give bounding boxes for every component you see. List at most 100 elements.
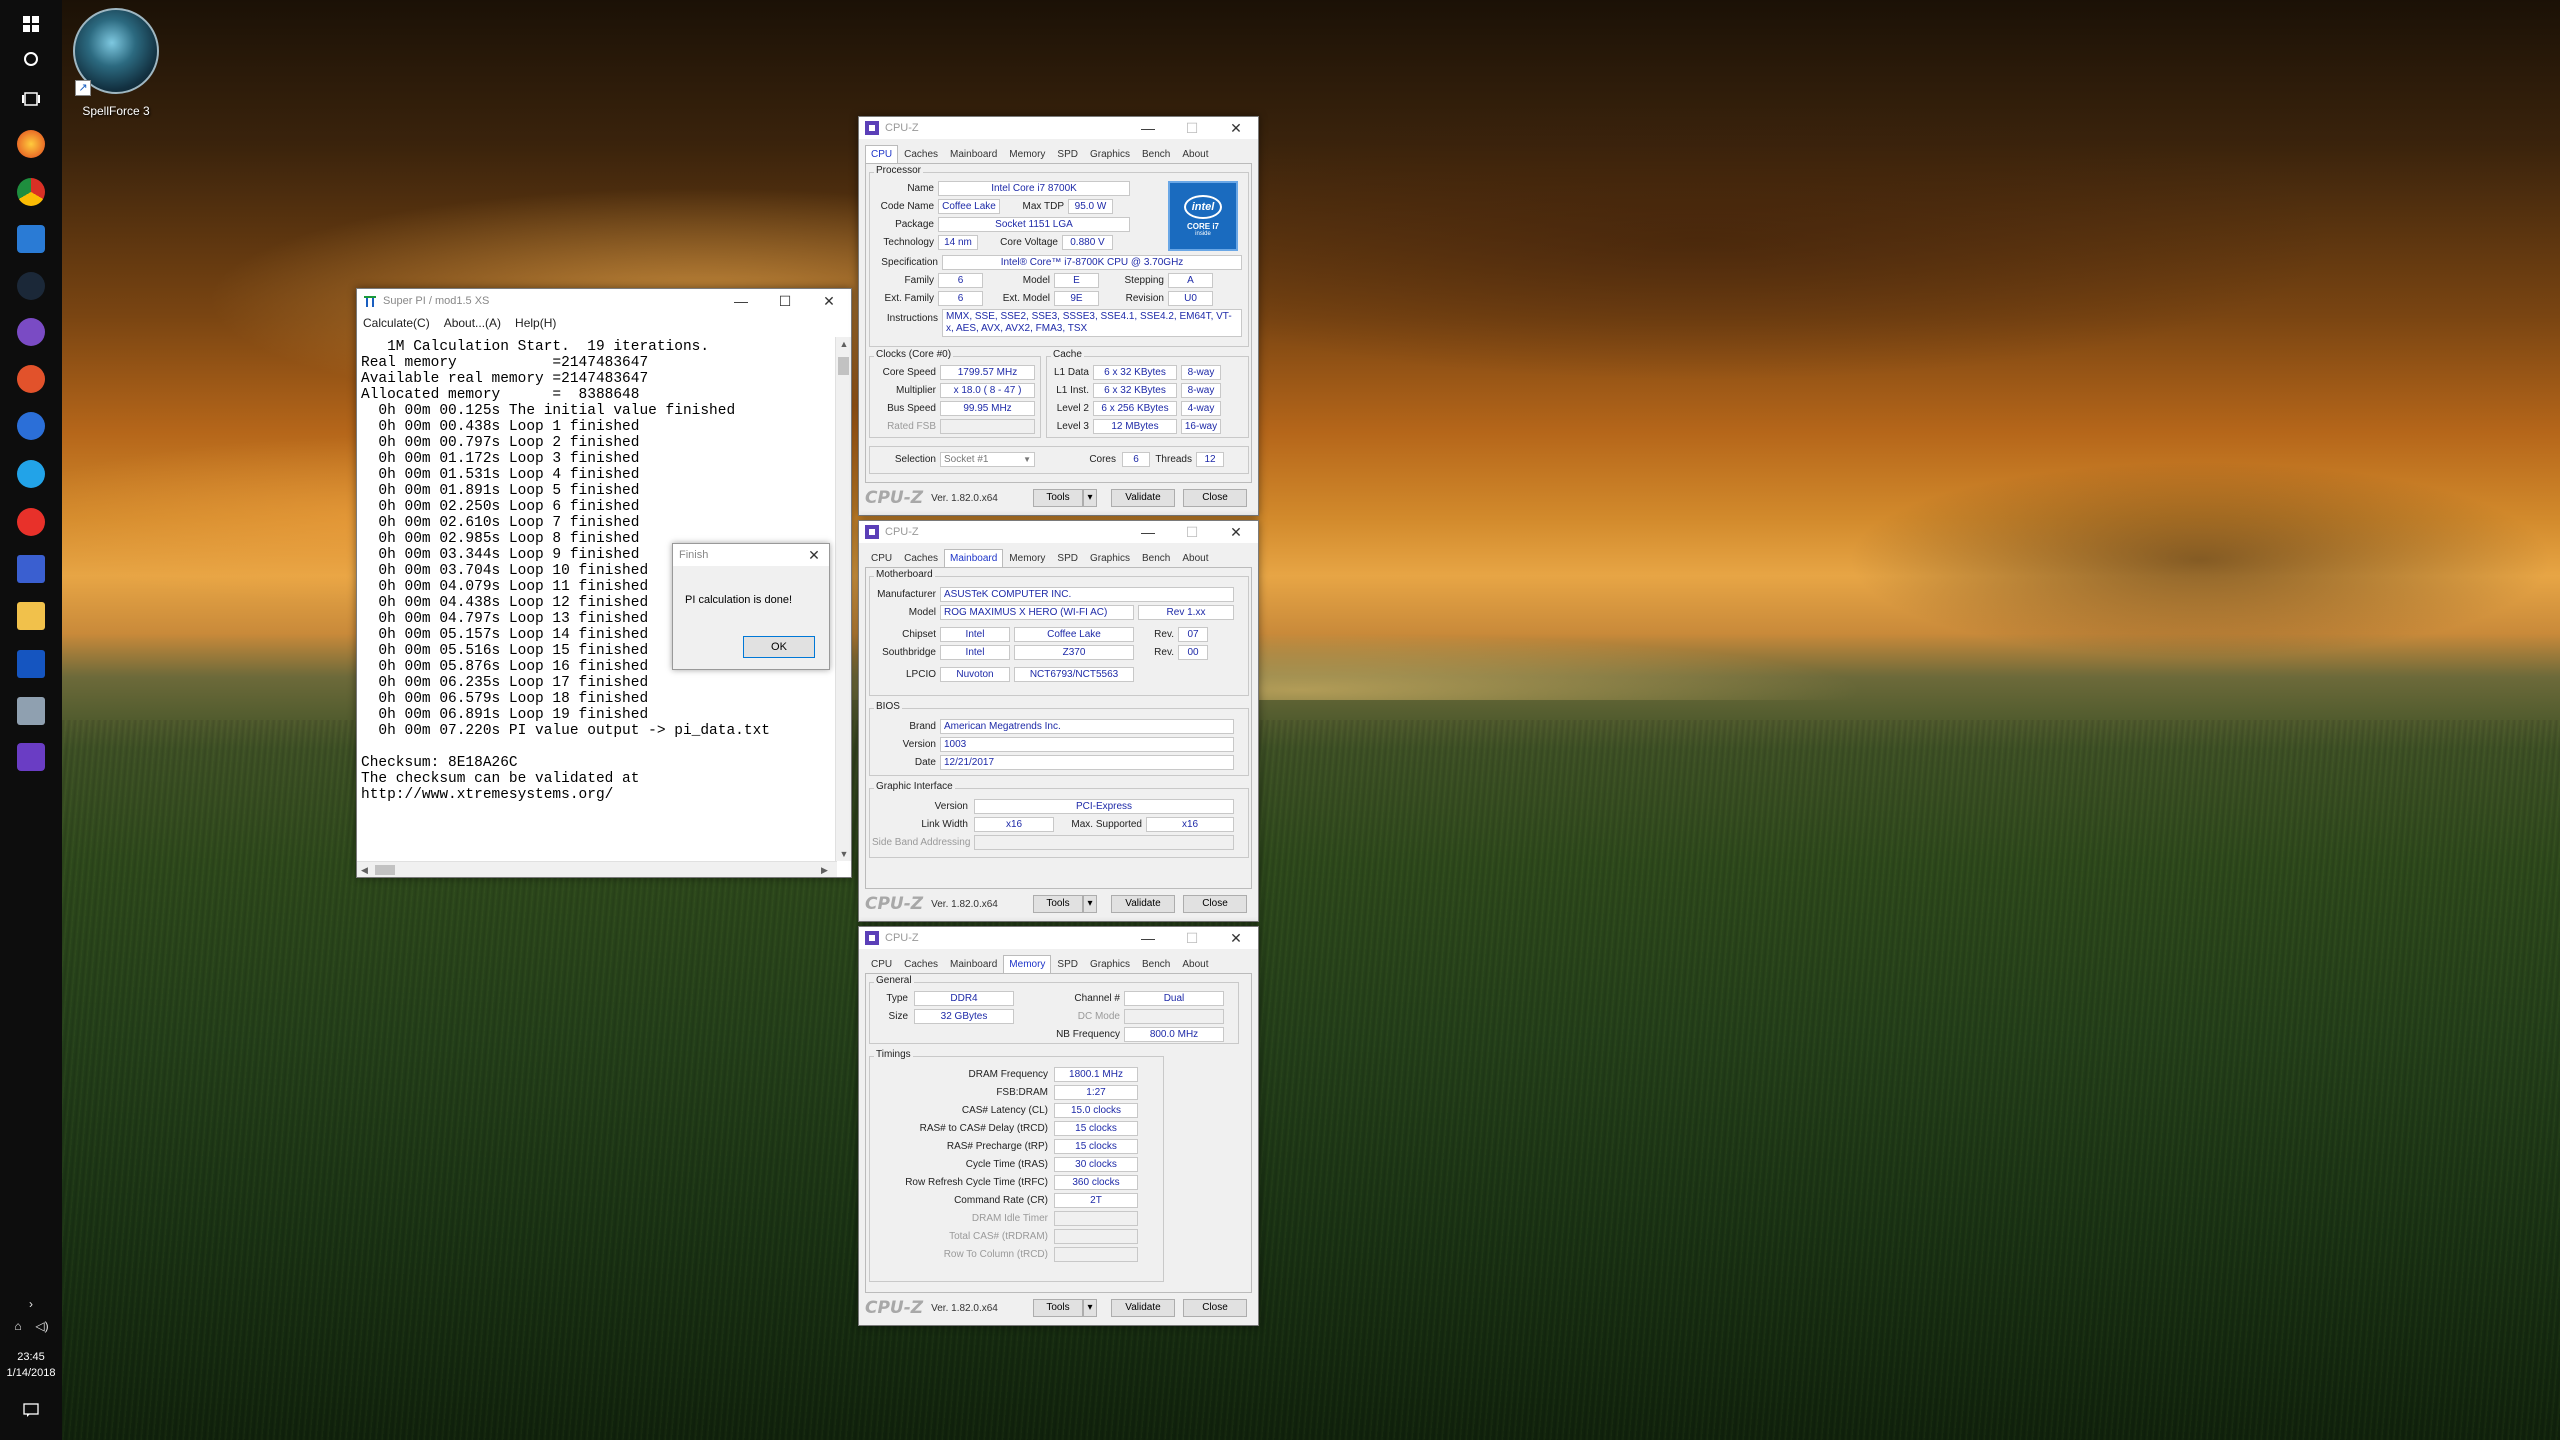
tab-bench[interactable]: Bench <box>1136 955 1176 974</box>
network-icon[interactable]: ⌂ <box>8 1312 28 1340</box>
cpuz-icon[interactable] <box>17 743 45 771</box>
close-button[interactable]: ✕ <box>1214 116 1258 140</box>
close-button[interactable]: ✕ <box>1214 520 1258 544</box>
cortana-icon[interactable] <box>17 45 45 73</box>
tab-caches[interactable]: Caches <box>898 955 944 974</box>
maximize-button[interactable]: ☐ <box>1170 926 1214 950</box>
tab-bench[interactable]: Bench <box>1136 549 1176 568</box>
cpuz-titlebar[interactable]: CPU-Z — ☐ ✕ <box>859 521 1258 543</box>
mb-lpcio-vendor: Nuvoton <box>940 667 1010 682</box>
label-mem-nbfreq: NB Frequency <box>1056 1029 1120 1040</box>
desktop-icon-spellforce[interactable]: ↗ SpellForce 3 <box>70 8 162 118</box>
maximize-button[interactable]: ☐ <box>1170 520 1214 544</box>
tools-dropdown-icon[interactable]: ▾ <box>1083 1299 1097 1317</box>
validate-button[interactable]: Validate <box>1111 1299 1175 1317</box>
app-icon[interactable] <box>17 650 45 678</box>
cpuz-brand-logo: CPU-Z <box>865 1298 924 1318</box>
task-view-icon[interactable] <box>17 85 45 113</box>
tab-memory[interactable]: Memory <box>1003 549 1051 568</box>
minimize-button[interactable]: — <box>1126 926 1170 950</box>
tab-bench[interactable]: Bench <box>1136 145 1176 164</box>
tab-graphics[interactable]: Graphics <box>1084 145 1136 164</box>
close-button[interactable]: Close <box>1183 489 1247 507</box>
label-dramfreq: DRAM Frequency <box>968 1069 1048 1080</box>
app-icon[interactable] <box>17 508 45 536</box>
scroll-up-icon[interactable]: ▲ <box>836 339 852 349</box>
tab-about[interactable]: About <box>1176 145 1214 164</box>
volume-icon[interactable]: ◁) <box>32 1312 52 1340</box>
app-icon[interactable] <box>17 365 45 393</box>
superpi-menubar: Calculate(C) About...(A) Help(H) <box>357 313 851 333</box>
mem-size-value: 32 GBytes <box>914 1009 1014 1024</box>
validate-button[interactable]: Validate <box>1111 489 1175 507</box>
horizontal-scrollbar[interactable]: ◀ ▶ <box>357 861 837 877</box>
tab-about[interactable]: About <box>1176 955 1214 974</box>
tab-graphics[interactable]: Graphics <box>1084 549 1136 568</box>
scroll-thumb[interactable] <box>838 357 849 375</box>
tab-cpu[interactable]: CPU <box>865 549 898 568</box>
cpu-extfamily-value: 6 <box>938 291 983 306</box>
app-icon[interactable] <box>17 555 45 583</box>
close-button[interactable]: ✕ <box>799 543 829 567</box>
menu-help[interactable]: Help(H) <box>515 316 556 330</box>
validate-button[interactable]: Validate <box>1111 895 1175 913</box>
cpuz-footer: CPU-Z Ver. 1.82.0.x64 Tools ▾ Validate C… <box>865 1297 1252 1319</box>
app-icon[interactable] <box>17 412 45 440</box>
menu-about[interactable]: About...(A) <box>444 316 501 330</box>
tab-memory[interactable]: Memory <box>1003 145 1051 164</box>
menu-calculate[interactable]: Calculate(C) <box>363 316 430 330</box>
tools-dropdown-icon[interactable]: ▾ <box>1083 895 1097 913</box>
file-explorer-icon[interactable] <box>17 602 45 630</box>
app-icon[interactable] <box>17 460 45 488</box>
hscroll-thumb[interactable] <box>375 865 395 875</box>
tools-dropdown-icon[interactable]: ▾ <box>1083 489 1097 507</box>
scroll-right-icon[interactable]: ▶ <box>821 862 828 878</box>
maximize-button[interactable]: ☐ <box>1170 116 1214 140</box>
ok-button[interactable]: OK <box>743 636 815 658</box>
superpi-titlebar[interactable]: Super PI / mod1.5 XS — ☐ ✕ <box>357 289 851 313</box>
tab-caches[interactable]: Caches <box>898 145 944 164</box>
tab-memory[interactable]: Memory <box>1003 955 1052 974</box>
firefox-icon[interactable] <box>17 130 45 158</box>
chrome-icon[interactable] <box>17 178 45 206</box>
tools-button[interactable]: Tools <box>1033 1299 1083 1317</box>
minimize-button[interactable]: — <box>1126 520 1170 544</box>
tab-spd[interactable]: SPD <box>1051 549 1084 568</box>
maximize-button[interactable]: ☐ <box>763 289 807 313</box>
socket-select[interactable]: Socket #1 ▼ <box>940 452 1035 467</box>
tab-spd[interactable]: SPD <box>1051 955 1084 974</box>
tab-bar: CPU Caches Mainboard Memory SPD Graphics… <box>865 549 1215 568</box>
scroll-left-icon[interactable]: ◀ <box>361 862 368 878</box>
tab-caches[interactable]: Caches <box>898 549 944 568</box>
close-button[interactable]: Close <box>1183 1299 1247 1317</box>
cpu-multiplier-value: x 18.0 ( 8 - 47 ) <box>940 383 1035 398</box>
clock-time[interactable]: 23:45 <box>0 1350 62 1364</box>
clock-date[interactable]: 1/14/2018 <box>0 1366 62 1380</box>
app-icon[interactable] <box>17 225 45 253</box>
steam-icon[interactable] <box>17 272 45 300</box>
tab-mainboard[interactable]: Mainboard <box>944 955 1003 974</box>
tools-button[interactable]: Tools <box>1033 489 1083 507</box>
close-button[interactable]: ✕ <box>807 289 851 313</box>
tab-mainboard[interactable]: Mainboard <box>944 145 1003 164</box>
tab-spd[interactable]: SPD <box>1051 145 1084 164</box>
windows-start-icon[interactable] <box>17 10 45 38</box>
tab-graphics[interactable]: Graphics <box>1084 955 1136 974</box>
close-button[interactable]: Close <box>1183 895 1247 913</box>
tab-about[interactable]: About <box>1176 549 1214 568</box>
app-icon[interactable] <box>17 318 45 346</box>
action-center-icon[interactable] <box>17 1396 45 1424</box>
cpuz-titlebar[interactable]: CPU-Z — ☐ ✕ <box>859 117 1258 139</box>
cpuz-titlebar[interactable]: CPU-Z — ☐ ✕ <box>859 927 1258 949</box>
scroll-down-icon[interactable]: ▼ <box>836 849 852 859</box>
finish-titlebar[interactable]: Finish ✕ <box>673 544 829 566</box>
tab-cpu[interactable]: CPU <box>865 955 898 974</box>
tab-cpu[interactable]: CPU <box>865 145 899 164</box>
tools-button[interactable]: Tools <box>1033 895 1083 913</box>
app-icon[interactable] <box>17 697 45 725</box>
minimize-button[interactable]: — <box>1126 116 1170 140</box>
close-button[interactable]: ✕ <box>1214 926 1258 950</box>
tab-mainboard[interactable]: Mainboard <box>944 549 1004 568</box>
minimize-button[interactable]: — <box>719 289 763 313</box>
vertical-scrollbar[interactable]: ▲ ▼ <box>835 337 851 861</box>
